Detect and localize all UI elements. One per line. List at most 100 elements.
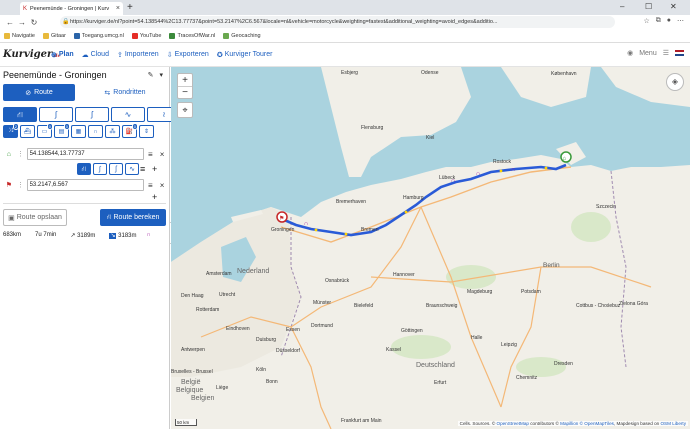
map-label-groningen: Groningen: [271, 227, 295, 233]
route-mode-button[interactable]: ⊘ Route: [3, 84, 75, 101]
segment-curvy-2-button[interactable]: ʃ: [109, 163, 123, 175]
favorite-icon[interactable]: ☆: [643, 17, 649, 25]
avoid-height-button[interactable]: ⇕: [139, 125, 154, 138]
locate-button[interactable]: ⌖: [177, 102, 193, 118]
start-waypoint-input[interactable]: 54.138544,13.77737: [26, 148, 145, 160]
bookmark-navigatie[interactable]: Navigatie: [4, 32, 35, 39]
curves-icon[interactable]: ∩: [147, 232, 151, 238]
close-tab-icon[interactable]: ×: [116, 5, 120, 12]
curve-marker: [344, 232, 348, 236]
avoid-shuffle-button[interactable]: ⤨ 2: [3, 123, 19, 138]
map-label-esbjerg: Esbjerg: [341, 70, 358, 76]
curve-1-icon: ∫: [99, 165, 101, 173]
map-label-nederland: Nederland: [237, 268, 270, 275]
route-mode-label: Route: [34, 89, 53, 96]
collections-icon[interactable]: ⧉: [656, 17, 661, 25]
user-icon[interactable]: ◉: [627, 49, 633, 57]
highway-button[interactable]: ⛙: [3, 107, 37, 122]
mapillion-link[interactable]: Mapillion: [560, 421, 578, 426]
calculate-route-button[interactable]: ⛙ Route bereken: [100, 209, 166, 226]
ascent-stat[interactable]: ↗ 3189m: [70, 232, 95, 239]
layers-button[interactable]: ◈: [666, 73, 684, 91]
upload-icon: ⇪: [116, 51, 123, 59]
map-view[interactable]: ∩ ∩ ∩ ∩ ⌂ ⚑ Esbjerg Odense København Fle…: [171, 67, 690, 429]
bookmark-geocaching[interactable]: Geocaching: [223, 32, 261, 39]
profile-icon[interactable]: ●: [667, 17, 671, 25]
nav-importeren[interactable]: ⇪ Importeren: [117, 51, 159, 59]
curvy-1-button[interactable]: ∫: [39, 107, 73, 122]
waypoint-start-row: ⌂ ⋮ 54.138544,13.77737 ≡ ×: [3, 147, 168, 161]
start-options-icon[interactable]: ≡: [144, 150, 156, 159]
highway-icon: ⛙: [81, 165, 87, 173]
bookmark-tracesofwar[interactable]: TracesOfWar.nl: [169, 32, 216, 39]
edit-icon[interactable]: ✎: [148, 71, 154, 79]
add-waypoint-icon[interactable]: +: [152, 192, 157, 202]
bookmark-youtube[interactable]: YouTube: [131, 32, 161, 39]
end-remove-icon[interactable]: ×: [156, 181, 168, 190]
address-bar: ← → ↻ 🔒 https://kurviger.de/nl?point=54.…: [0, 15, 690, 29]
back-icon[interactable]: ←: [4, 18, 16, 27]
end-waypoint-input[interactable]: 53.2147,6.567: [26, 179, 145, 191]
bookmark-umcg[interactable]: Toegang.umcg.nl: [73, 32, 124, 39]
avoid-unpaved-button[interactable]: ⁂: [105, 125, 120, 138]
nav-tourer[interactable]: ✪ Kurviger Tourer: [217, 51, 273, 59]
descent-stat[interactable]: ↘ 3183m: [109, 232, 137, 239]
avoid-toll-button[interactable]: ▦: [71, 125, 86, 138]
drag-handle-icon[interactable]: ⋮: [15, 150, 27, 158]
forest-area: [516, 357, 566, 377]
start-remove-icon[interactable]: ×: [156, 150, 168, 159]
download-icon: ⇩: [166, 51, 173, 59]
folder-icon: [42, 32, 49, 39]
new-tab-icon[interactable]: +: [127, 2, 133, 13]
flag-nl-icon[interactable]: [675, 50, 684, 56]
forward-icon[interactable]: →: [16, 18, 28, 27]
menu-button[interactable]: Menu: [639, 50, 657, 57]
avoid-tunnel-button[interactable]: ∩: [88, 125, 103, 138]
map-label-zielonagora: Zielona Góra: [619, 301, 648, 307]
zoom-out-button[interactable]: −: [178, 87, 192, 99]
zoom-in-button[interactable]: +: [178, 74, 192, 87]
caret-down-icon[interactable]: ▾: [159, 71, 163, 79]
avoid-ferry-button[interactable]: ⛴: [20, 125, 35, 138]
add-via-icon[interactable]: +: [152, 164, 157, 174]
map-scale: 50 km: [175, 419, 197, 426]
map-label-antwerpen: Antwerpen: [181, 347, 205, 353]
curvy-3-button[interactable]: ∿: [111, 107, 145, 122]
minimize-icon[interactable]: –: [620, 2, 624, 11]
osm-link[interactable]: OpenStreetMap: [497, 421, 529, 426]
roundtrip-mode-button[interactable]: ⇆ Rondritten: [92, 84, 158, 101]
avoid-train-button[interactable]: ▤ 0: [54, 123, 70, 138]
save-route-button[interactable]: ▣ Route opslaan: [3, 209, 67, 226]
curvy-marker-icon: ∩: [511, 167, 515, 173]
close-window-icon[interactable]: ✕: [670, 2, 677, 11]
curvy-2-button[interactable]: ʃ: [75, 107, 109, 122]
nav-plan[interactable]: ⊕ Plan: [51, 51, 74, 59]
segment-menu-icon[interactable]: ≡: [140, 164, 145, 174]
curve-marker: [314, 228, 318, 232]
bookmark-label: TracesOfWar.nl: [177, 32, 216, 39]
nav-cloud[interactable]: ☁ Cloud: [82, 51, 109, 59]
drag-handle-icon[interactable]: ⋮: [15, 181, 27, 189]
nav-exporteren[interactable]: ⇩ Exporteren: [167, 51, 209, 59]
more-icon[interactable]: ⋯: [677, 17, 684, 25]
map-label-dresden: Dresden: [554, 361, 573, 367]
avoid-car-button[interactable]: ▭ 0: [37, 123, 53, 138]
end-options-icon[interactable]: ≡: [144, 181, 156, 190]
map-pin-icon: ⊕: [51, 51, 57, 59]
kurviger-logo[interactable]: Kurviger.de: [3, 49, 61, 60]
openmaptiles-link[interactable]: © OpenMapTiles: [580, 421, 614, 426]
bookmark-gitaar[interactable]: Gitaar: [42, 32, 66, 39]
reload-icon[interactable]: ↻: [28, 18, 40, 27]
osm-liberty-link[interactable]: OSM Liberty: [660, 421, 686, 426]
segment-curvy-1-button[interactable]: ∫: [93, 163, 107, 175]
browser-tab[interactable]: K Peenemünde - Groningen | Kurv ×: [20, 2, 123, 15]
route-title: Peenemünde - Groningen: [3, 70, 107, 80]
avoid-fuel-button[interactable]: ⛽ 0: [122, 123, 138, 138]
zoom-controls: + −: [177, 73, 193, 99]
segment-highway-button[interactable]: ⛙: [77, 163, 91, 175]
maximize-icon[interactable]: ☐: [645, 2, 652, 11]
menu-icon[interactable]: ☰: [663, 49, 669, 57]
url-field[interactable]: 🔒 https://kurviger.de/nl?point=54.138544…: [60, 16, 615, 28]
segment-curvy-3-button[interactable]: ∿: [125, 163, 139, 175]
map-label-munster: Münster: [313, 300, 332, 306]
